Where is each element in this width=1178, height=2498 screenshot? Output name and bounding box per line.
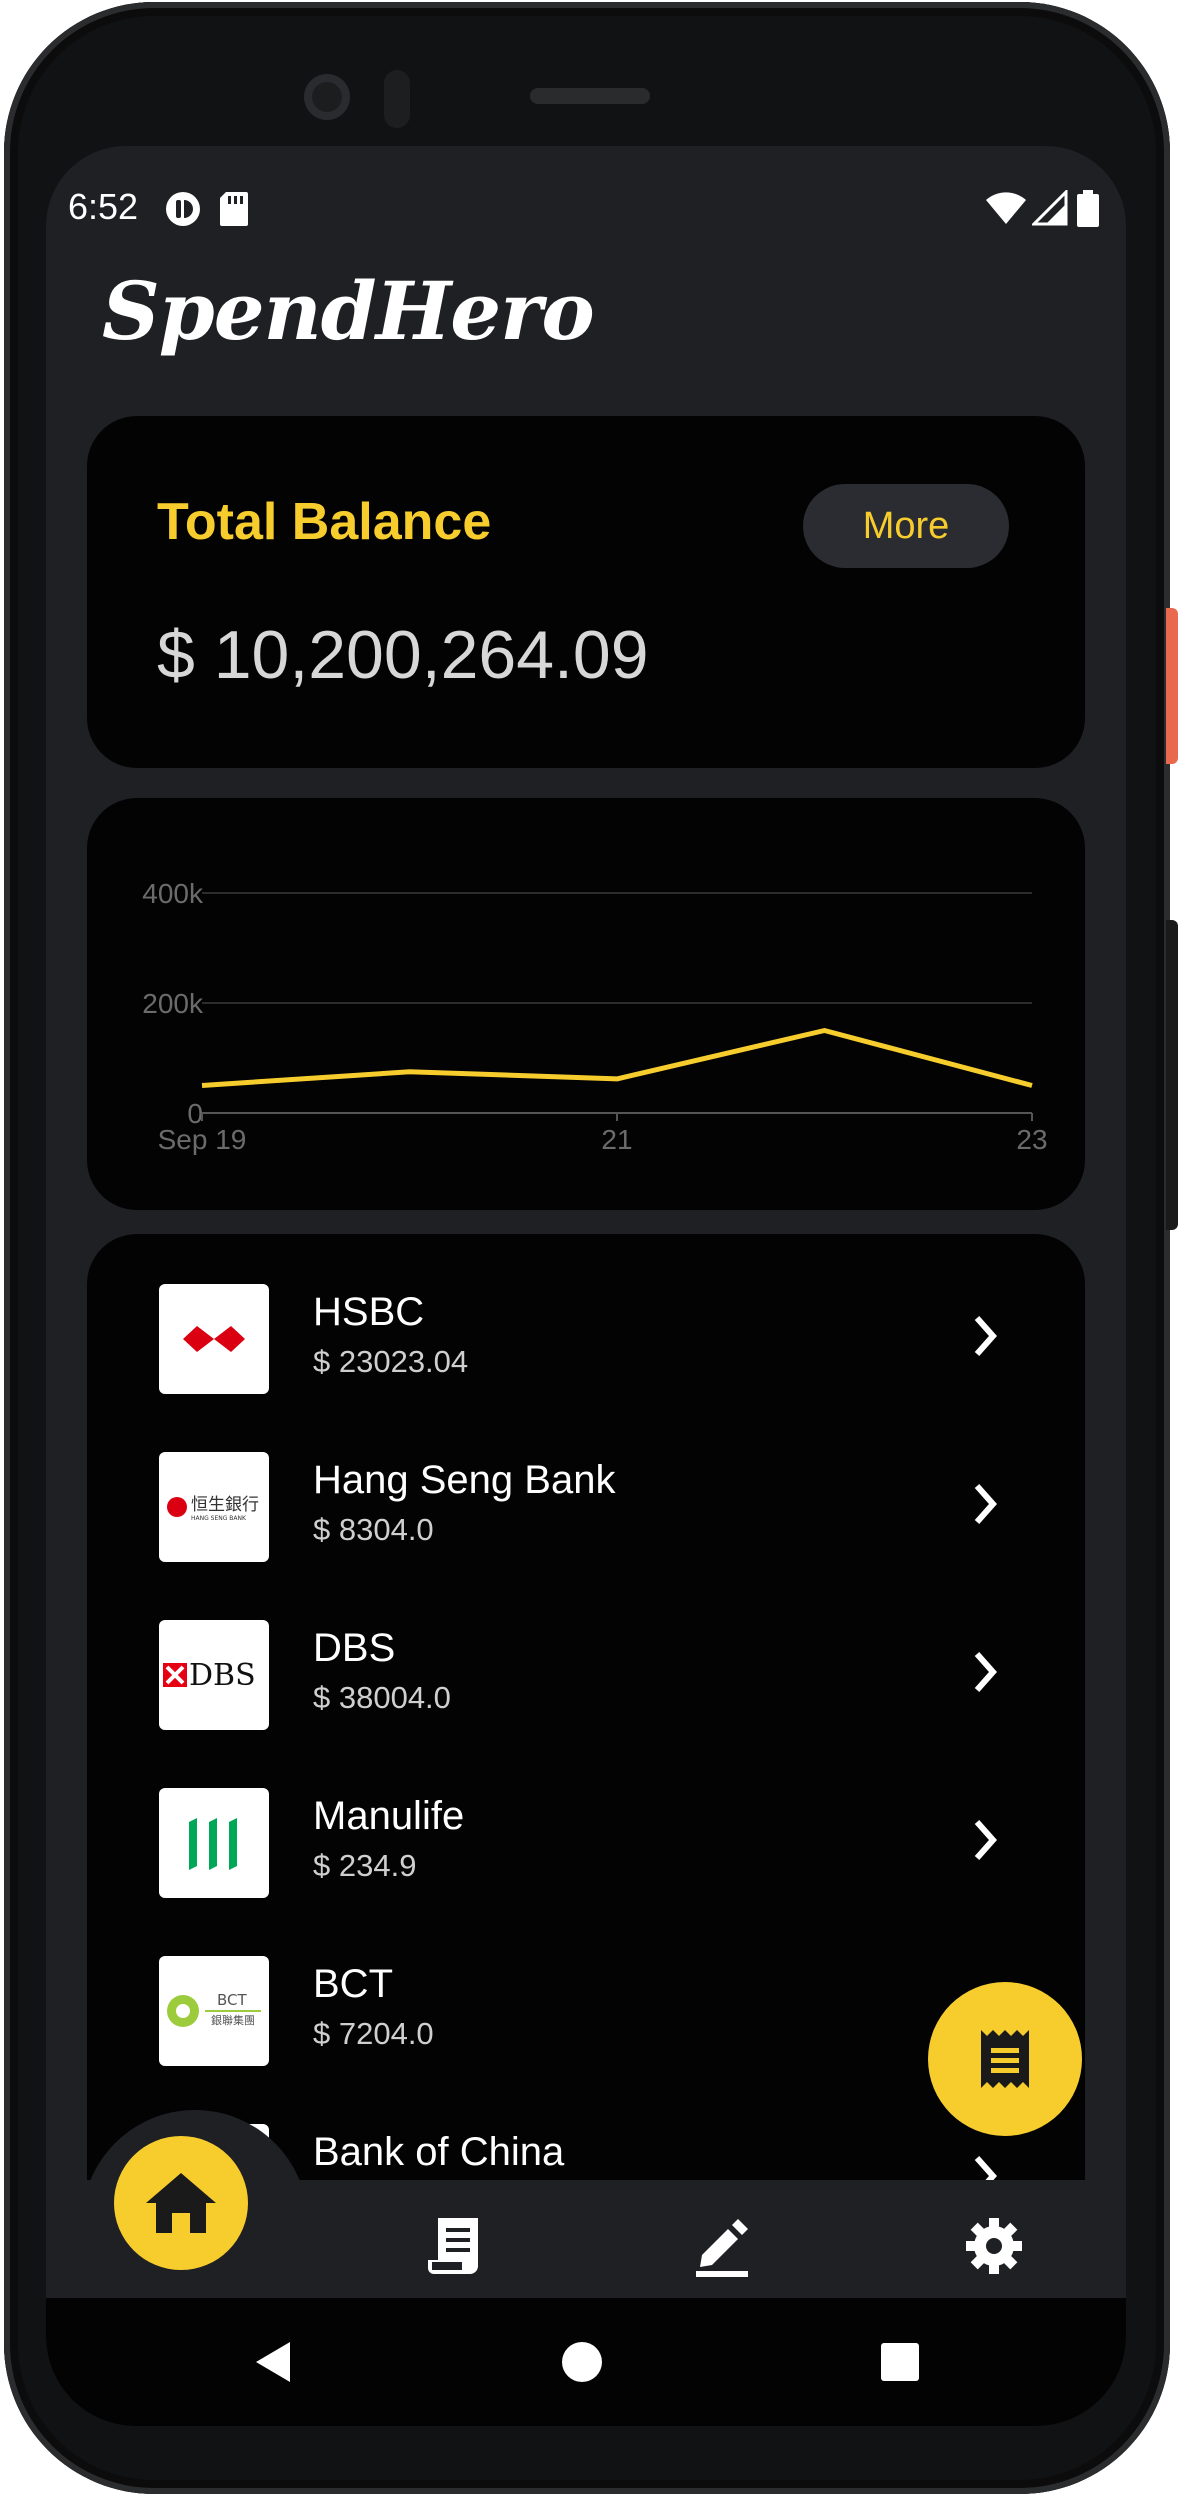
account-balance: $ 38004.0 (313, 1680, 451, 1715)
svg-text:銀聯集團: 銀聯集團 (211, 2013, 255, 2027)
chevron-right-icon (974, 1652, 998, 1692)
screen: 6:52 SpendHero Total Balance More $ 10,2… (46, 146, 1126, 2426)
balance-chart-card: 0 200k 400k Sep 19 21 23 (87, 798, 1085, 1210)
system-home-button[interactable] (552, 2332, 612, 2392)
account-row-dbs[interactable]: DBS DBS $ 38004.0 (87, 1570, 1085, 1738)
account-balance: $ 234.9 (313, 1848, 417, 1883)
svg-text:DBS: DBS (189, 1658, 256, 1693)
svg-text:恒生銀行: 恒生銀行 (191, 1495, 259, 1515)
account-name: DBS (313, 1626, 396, 1670)
battery-icon (1077, 190, 1099, 227)
account-balance: $ 7204.0 (313, 2016, 434, 2051)
account-row-hang-seng[interactable]: 恒生銀行 HANG SENG BANK Hang Seng Bank $ 830… (87, 1402, 1085, 1570)
system-recents-button[interactable] (870, 2332, 930, 2392)
nav-edit-button[interactable] (686, 2210, 758, 2282)
hang-seng-logo: 恒生銀行 HANG SENG BANK (159, 1452, 269, 1562)
app-title: SpendHero (102, 264, 595, 358)
bct-logo: BCT 銀聯集團 (159, 1956, 269, 2066)
receipt-icon (428, 2218, 478, 2274)
svg-text:BCT: BCT (217, 1991, 248, 2009)
account-name: HSBC (313, 1290, 425, 1334)
system-nav-bar (46, 2298, 1126, 2426)
earpiece-speaker (530, 88, 650, 104)
x-tick-label: 21 (601, 1124, 632, 1155)
hsbc-logo (159, 1284, 269, 1394)
chevron-right-icon (974, 1316, 998, 1356)
x-tick-label: 23 (1016, 1124, 1047, 1155)
account-row-manulife[interactable]: Manulife $ 234.9 (87, 1738, 1085, 1906)
settings-icon (966, 2218, 1022, 2274)
volume-button (1166, 920, 1178, 1230)
y-tick-label: 200k (142, 988, 204, 1019)
status-bar: 6:52 (46, 186, 1126, 234)
home-icon (146, 2173, 216, 2233)
account-name: Hang Seng Bank (313, 1458, 616, 1502)
proximity-sensor (384, 70, 410, 128)
sd-card-icon (220, 192, 248, 226)
wifi-icon (986, 192, 1026, 224)
chevron-right-icon (974, 1820, 998, 1860)
account-row-hsbc[interactable]: HSBC $ 23023.04 (87, 1234, 1085, 1402)
nav-settings-button[interactable] (958, 2210, 1030, 2282)
account-balance: $ 8304.0 (313, 1512, 434, 1547)
status-time: 6:52 (68, 186, 139, 227)
recents-square-icon (881, 2343, 919, 2381)
dbs-logo: DBS (159, 1620, 269, 1730)
svg-text:HANG SENG BANK: HANG SENG BANK (191, 1515, 247, 1522)
account-name: BCT (313, 1962, 393, 2006)
balance-amount: $ 10,200,264.09 (157, 617, 649, 693)
more-button[interactable]: More (803, 484, 1009, 568)
nav-receipts-button[interactable] (418, 2210, 490, 2282)
balance-card: Total Balance More $ 10,200,264.09 (87, 416, 1085, 768)
back-triangle-icon (256, 2342, 290, 2382)
edit-icon (696, 2219, 748, 2277)
account-name: Bank of China (313, 2130, 565, 2174)
x-tick-label: Sep 19 (158, 1124, 247, 1155)
cloud-app-icon (166, 192, 200, 226)
nav-home-button[interactable] (114, 2136, 248, 2270)
manulife-logo (159, 1788, 269, 1898)
balance-series-line (201, 1028, 1033, 1088)
home-circle-icon (562, 2342, 602, 2382)
y-tick-label: 400k (142, 878, 204, 909)
receipt-icon (981, 2030, 1029, 2088)
front-camera (304, 74, 350, 120)
power-button (1166, 608, 1178, 764)
signal-icon (1032, 190, 1068, 226)
account-balance: $ 23023.04 (313, 1344, 469, 1379)
account-name: Manulife (313, 1794, 465, 1838)
chevron-right-icon (974, 1484, 998, 1524)
add-transaction-fab[interactable] (928, 1982, 1082, 2136)
balance-chart: 0200k400kSep 19 21 23 (142, 878, 1047, 1155)
system-back-button[interactable] (244, 2332, 304, 2392)
balance-label: Total Balance (157, 493, 492, 551)
